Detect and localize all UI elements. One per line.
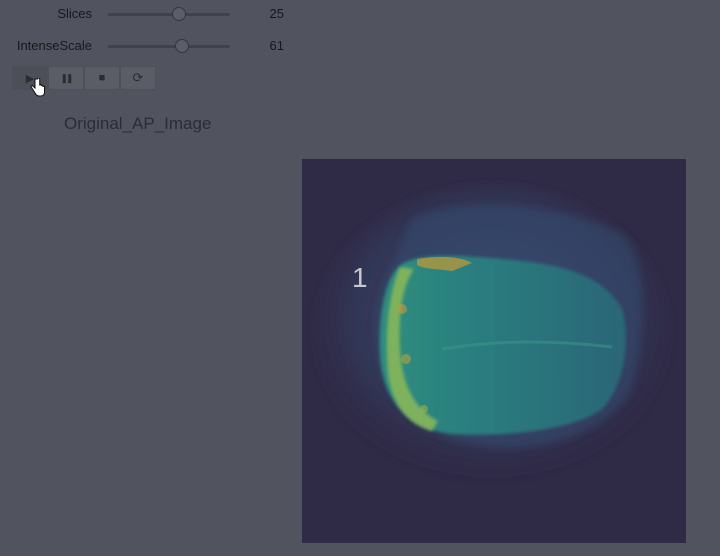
image-hot-spot	[397, 304, 407, 314]
slices-label: Slices	[57, 6, 92, 21]
loop-icon: ⟳	[132, 70, 144, 85]
stop-icon: ■	[98, 72, 106, 84]
slices-value: 25	[269, 6, 284, 21]
loop-button[interactable]: ⟳	[120, 66, 156, 90]
image-caption: Original_AP_Image	[64, 114, 212, 133]
slices-slider[interactable]	[108, 7, 230, 21]
image-hot-spot	[401, 354, 411, 364]
intensescale-label: IntenseScale	[16, 38, 92, 53]
ap-image-render	[312, 184, 672, 484]
pause-button[interactable]: ❚❚	[48, 66, 84, 90]
pause-icon: ❚❚	[60, 72, 73, 83]
intensescale-slider-thumb[interactable]	[175, 39, 190, 53]
image-hot-spot	[420, 405, 428, 413]
intensescale-slider-row: IntenseScale 61	[0, 36, 300, 56]
image-marker-label: 1	[352, 262, 368, 293]
hand-cursor-icon	[30, 78, 45, 97]
slices-slider-row: Slices 25	[0, 4, 300, 24]
slices-slider-thumb[interactable]	[171, 7, 186, 21]
intensescale-value: 61	[269, 38, 284, 53]
stop-button[interactable]: ■	[84, 66, 120, 90]
intensescale-slider[interactable]	[108, 39, 230, 53]
ap-image	[302, 159, 686, 543]
